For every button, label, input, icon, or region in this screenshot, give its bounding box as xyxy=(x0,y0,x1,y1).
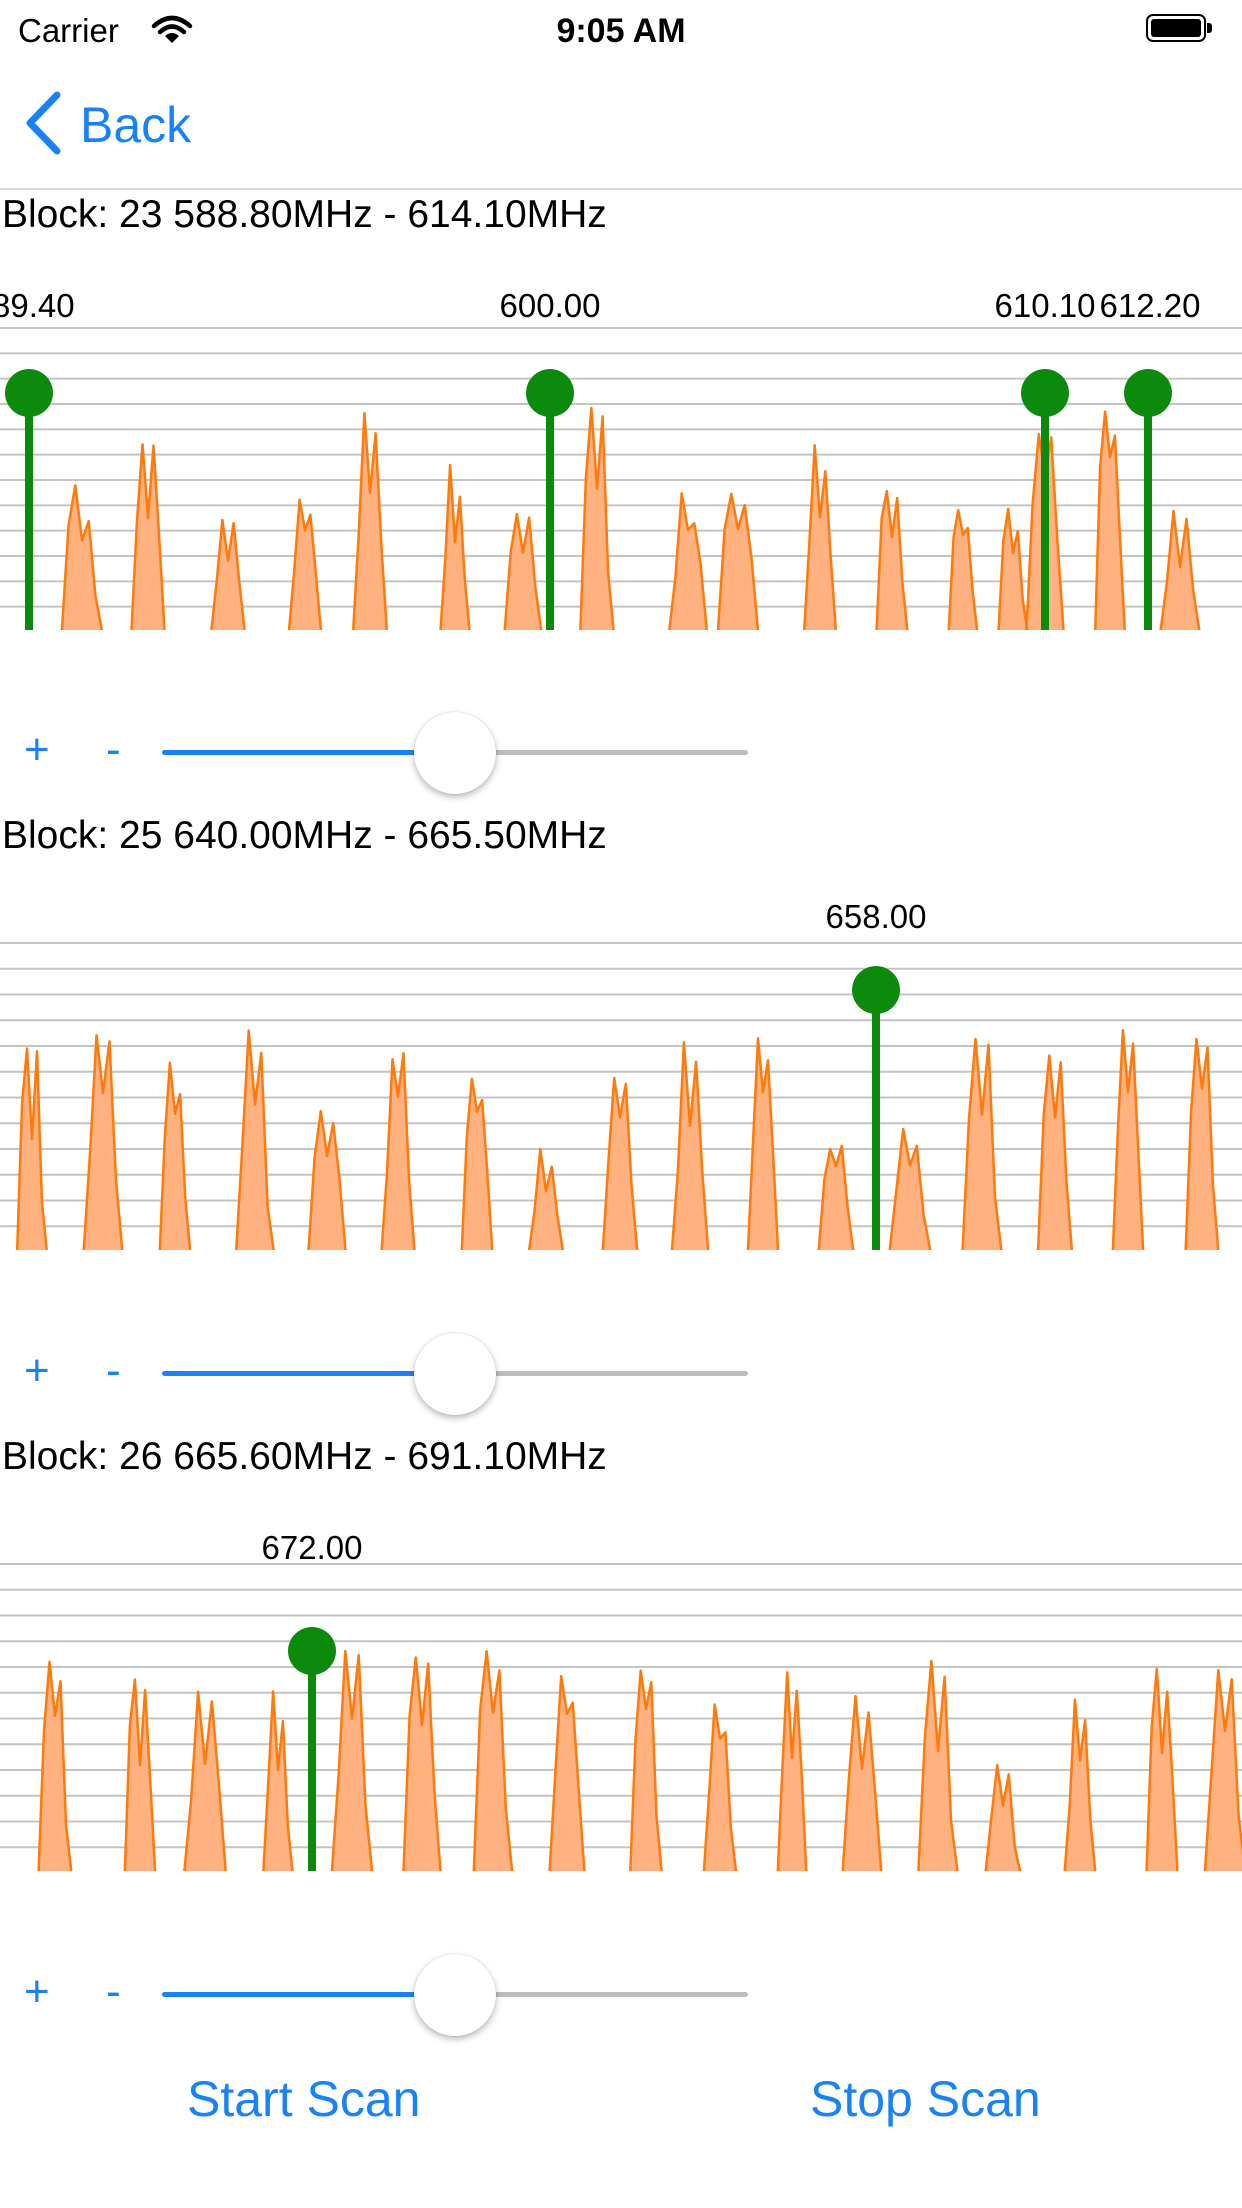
slider-track-filled xyxy=(162,1371,455,1376)
clock: 9:05 AM xyxy=(556,12,686,50)
zoom-out-button[interactable]: - xyxy=(106,1967,121,2017)
marker-handle xyxy=(1124,369,1172,417)
spectrum-trace xyxy=(60,406,1201,630)
zoom-out-button[interactable]: - xyxy=(106,725,121,775)
slider-track-filled xyxy=(162,750,455,755)
slider-track-empty xyxy=(455,1371,748,1376)
slider-track-filled xyxy=(162,1992,455,1997)
stop-scan-button[interactable]: Stop Scan xyxy=(810,2070,1041,2128)
spectrum-svg: 89.40 600.00 610.10 612.20 xyxy=(0,287,1242,630)
zoom-in-button[interactable]: + xyxy=(24,725,50,775)
marker-label: 658.00 xyxy=(826,898,927,935)
threshold-slider[interactable] xyxy=(162,1949,748,2039)
zoom-out-button[interactable]: - xyxy=(106,1346,121,1396)
slider-track-empty xyxy=(455,1992,748,1997)
threshold-slider[interactable] xyxy=(162,707,748,797)
spectrum-chart-block-26[interactable]: 672.00 xyxy=(0,1511,1242,1871)
zoom-in-button[interactable]: + xyxy=(24,1346,50,1396)
navigation-bar: Back xyxy=(0,60,1242,190)
marker-handle xyxy=(5,369,53,417)
marker-handle xyxy=(852,966,900,1014)
slider-thumb[interactable] xyxy=(414,712,496,794)
spectrum-chart-block-25[interactable]: 658.00 xyxy=(0,890,1242,1250)
spectrum-chart-block-23[interactable]: 89.40 600.00 610.10 612.20 xyxy=(0,270,1242,630)
marker-label: 610.10 xyxy=(995,287,1096,324)
chevron-left-icon xyxy=(24,91,62,160)
marker-label: 672.00 xyxy=(262,1529,363,1566)
spectrum-trace xyxy=(37,1649,1242,1871)
marker-label: 600.00 xyxy=(500,287,601,324)
status-bar: Carrier 9:05 AM xyxy=(0,0,1242,60)
spectrum-trace xyxy=(15,1029,1220,1250)
marker-handle xyxy=(526,369,574,417)
block-controls: + - xyxy=(0,1949,800,2039)
marker-handle xyxy=(288,1627,336,1675)
grid xyxy=(0,1563,1242,1849)
zoom-in-button[interactable]: + xyxy=(24,1967,50,2017)
slider-track-empty xyxy=(455,750,748,755)
marker-handle xyxy=(1021,369,1069,417)
marker-label: 89.40 xyxy=(0,287,75,324)
block-controls: + - xyxy=(0,707,800,797)
block-title: Block: 26 665.60MHz - 691.10MHz xyxy=(2,1435,607,1478)
slider-thumb[interactable] xyxy=(414,1333,496,1415)
block-title: Block: 23 588.80MHz - 614.10MHz xyxy=(2,193,607,236)
marker-label: 612.20 xyxy=(1100,287,1201,324)
slider-thumb[interactable] xyxy=(414,1954,496,2036)
scan-controls: Start Scan Stop Scan xyxy=(0,2070,1242,2160)
back-label: Back xyxy=(80,97,192,153)
block-title: Block: 25 640.00MHz - 665.50MHz xyxy=(2,814,607,857)
back-button[interactable]: Back xyxy=(24,90,191,160)
start-scan-button[interactable]: Start Scan xyxy=(187,2070,420,2128)
spectrum-svg: 672.00 xyxy=(0,1529,1242,1871)
threshold-slider[interactable] xyxy=(162,1328,748,1418)
spectrum-svg: 658.00 xyxy=(0,898,1242,1250)
block-controls: + - xyxy=(0,1328,800,1418)
battery-icon xyxy=(1146,14,1216,46)
